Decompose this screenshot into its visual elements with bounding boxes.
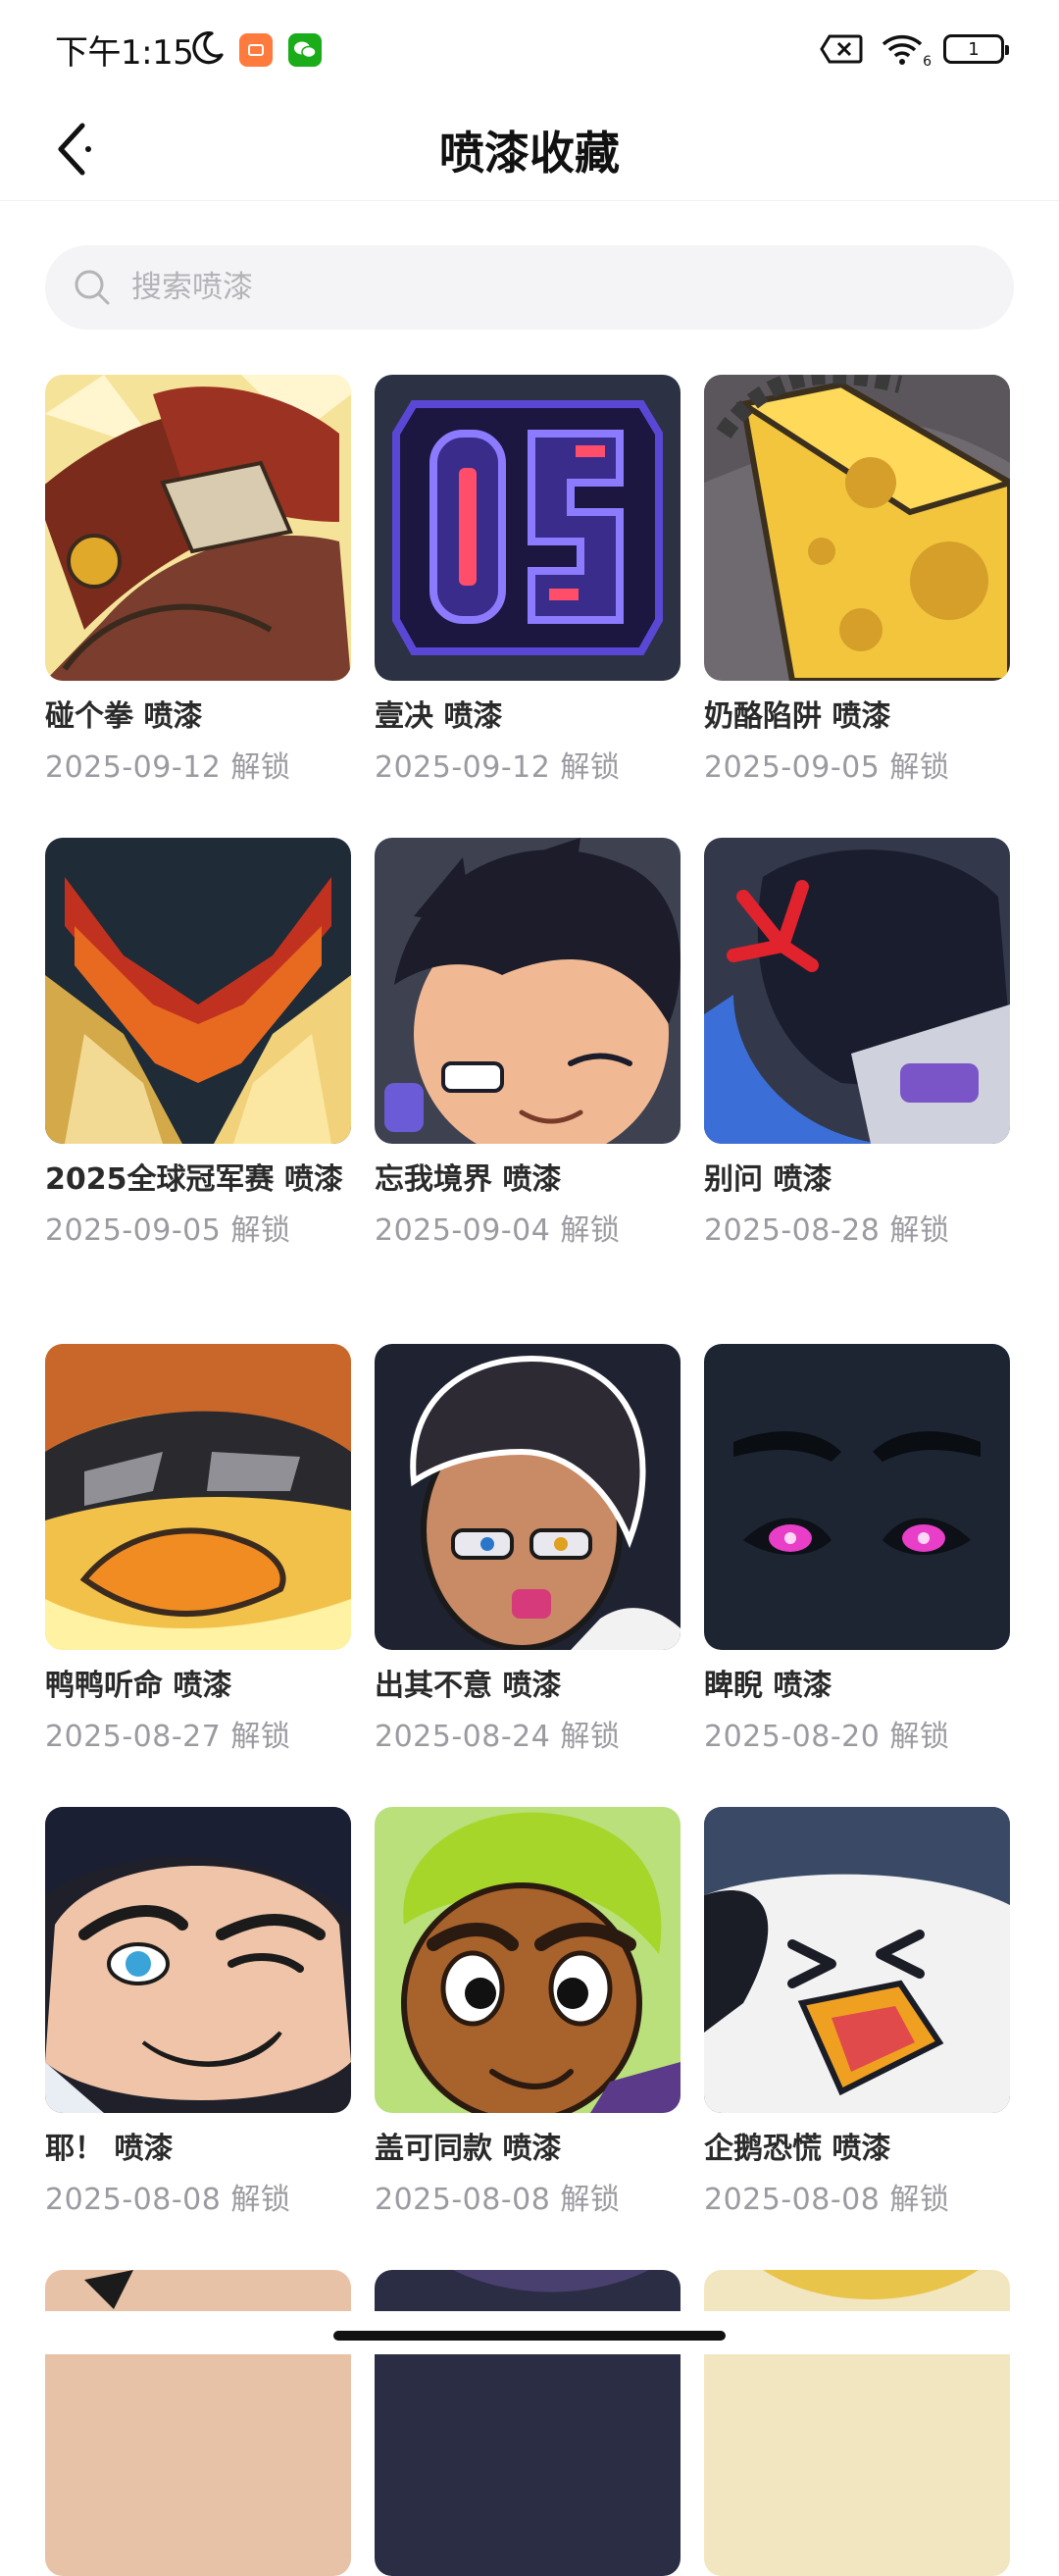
spray-unlock-date: 2025-08-24 解锁 <box>375 1720 621 1754</box>
spray-card[interactable]: 碰个拳 喷漆 2025-09-12 解锁 <box>45 375 353 789</box>
spray-name: 碰个拳 喷漆 <box>45 699 203 734</box>
spray-unlock-date: 2025-09-05 解锁 <box>704 750 950 785</box>
spray-name: 忘我境界 喷漆 <box>375 1162 562 1197</box>
spray-card[interactable]: 忘我境界 喷漆 2025-09-04 解锁 <box>375 838 682 1252</box>
spray-card[interactable]: 别问 喷漆 2025-08-28 解锁 <box>704 838 1012 1252</box>
spray-unlock-date: 2025-09-04 解锁 <box>375 1213 621 1248</box>
spray-name: 盖可同款 喷漆 <box>375 2132 562 2166</box>
spray-card[interactable]: 鸭鸭听命 喷漆 2025-08-27 解锁 <box>45 1344 353 1758</box>
spray-card[interactable]: 出其不意 喷漆 2025-08-24 解锁 <box>375 1344 682 1758</box>
spray-thumbnail-cheese-trap <box>704 375 1010 681</box>
spray-thumbnail-champions-2025 <box>45 838 351 1144</box>
spray-unlock-date: 2025-08-08 解锁 <box>45 2183 291 2217</box>
spray-unlock-date: 2025-08-08 解锁 <box>375 2183 621 2217</box>
spray-grid: 碰个拳 喷漆 2025-09-12 解锁 壹决 喷漆 2025-09-12 解锁 <box>0 0 1059 2576</box>
spray-thumbnail-dont-ask <box>704 838 1010 1144</box>
spray-thumbnail-gekko-style <box>375 1807 681 2113</box>
spray-unlock-date: 2025-09-12 解锁 <box>375 750 621 785</box>
spray-card[interactable]: 奶酪陷阱 喷漆 2025-09-05 解锁 <box>704 375 1012 789</box>
spray-unlock-date: 2025-08-20 解锁 <box>704 1720 950 1754</box>
spray-thumbnail-yay <box>45 1807 351 2113</box>
spray-name: 奶酪陷阱 喷漆 <box>704 699 891 734</box>
spray-unlock-date: 2025-08-28 解锁 <box>704 1213 950 1248</box>
spray-name: 企鹅恐慌 喷漆 <box>704 2132 891 2166</box>
spray-thumbnail-fist-bump <box>45 375 351 681</box>
spray-name: 出其不意 喷漆 <box>375 1669 562 1703</box>
spray-thumbnail-surprise <box>375 1344 681 1650</box>
spray-thumbnail-penguin-panic <box>704 1807 1010 2113</box>
spray-unlock-date: 2025-08-27 解锁 <box>45 1720 291 1754</box>
spray-name: 壹决 喷漆 <box>375 699 503 734</box>
spray-name: 睥睨 喷漆 <box>704 1669 832 1703</box>
spray-name: 别问 喷漆 <box>704 1162 832 1197</box>
spray-unlock-date: 2025-08-08 解锁 <box>704 2183 950 2217</box>
spray-card[interactable]: 壹决 喷漆 2025-09-12 解锁 <box>375 375 682 789</box>
spray-card[interactable]: 企鹅恐慌 喷漆 2025-08-08 解锁 <box>704 1807 1012 2221</box>
spray-unlock-date: 2025-09-05 解锁 <box>45 1213 291 1248</box>
spray-unlock-date: 2025-09-12 解锁 <box>45 750 291 785</box>
spray-thumbnail-zen-state <box>375 838 681 1144</box>
spray-card[interactable]: 耶！ 喷漆 2025-08-08 解锁 <box>45 1807 353 2221</box>
spray-thumbnail-disdain <box>704 1344 1010 1650</box>
spray-thumbnail-duck-obeys <box>45 1344 351 1650</box>
spray-name: 耶！ 喷漆 <box>45 2132 174 2166</box>
spray-card[interactable]: 盖可同款 喷漆 2025-08-08 解锁 <box>375 1807 682 2221</box>
home-indicator[interactable] <box>333 2331 726 2341</box>
spray-thumbnail-one-fight <box>375 375 681 681</box>
spray-card[interactable]: 睥睨 喷漆 2025-08-20 解锁 <box>704 1344 1012 1758</box>
spray-card[interactable]: 2025全球冠军赛 喷漆 2025-09-05 解锁 <box>45 838 353 1252</box>
spray-name: 鸭鸭听命 喷漆 <box>45 1669 232 1703</box>
spray-name: 2025全球冠军赛 喷漆 <box>45 1162 343 1197</box>
